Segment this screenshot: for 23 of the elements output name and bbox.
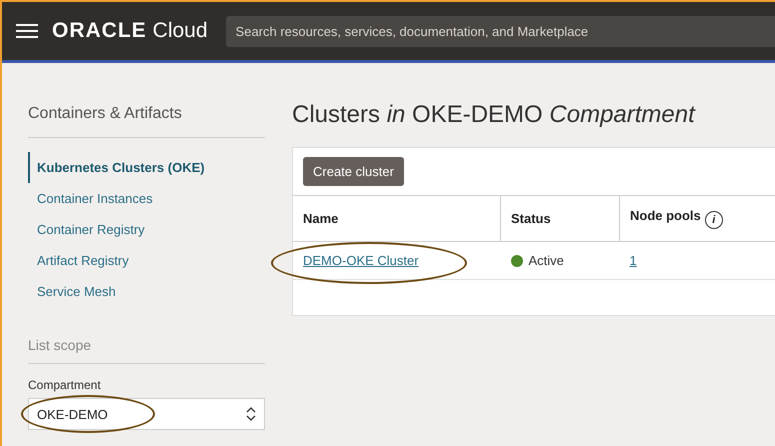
- page-title: Clusters in OKE-DEMO Compartment: [292, 101, 696, 129]
- node-pools-link[interactable]: 1: [630, 253, 637, 268]
- sidebar-item[interactable]: Service Mesh: [28, 276, 265, 307]
- sidebar-item[interactable]: Kubernetes Clusters (OKE): [28, 152, 265, 183]
- column-header: Status: [511, 211, 551, 226]
- sidebar-item[interactable]: Artifact Registry: [28, 245, 265, 276]
- status-text: Active: [528, 253, 564, 268]
- logo[interactable]: ORACLE: [52, 19, 147, 43]
- sidebar-item[interactable]: Container Instances: [28, 183, 265, 214]
- chevron-icon: [246, 407, 256, 421]
- info-icon[interactable]: i: [704, 211, 723, 229]
- column-header: Node pools: [630, 208, 701, 223]
- product-name: Cloud: [152, 19, 208, 43]
- field-label: Compartment: [28, 378, 102, 392]
- search-field[interactable]: Search resources, services, documentation, and Marketplace: [226, 16, 775, 46]
- sidebar-item[interactable]: Container Registry: [28, 214, 265, 245]
- cluster-link[interactable]: DEMO-OKE Cluster: [303, 253, 419, 268]
- select-value: OKE-DEMO: [37, 406, 108, 422]
- create-cluster-button[interactable]: Create cluster: [303, 157, 404, 186]
- menu-icon[interactable]: [16, 23, 38, 39]
- sidebar-title: Containers & Artifacts: [28, 105, 265, 138]
- section-title: List scope: [28, 337, 265, 364]
- column-header: Name: [303, 211, 338, 226]
